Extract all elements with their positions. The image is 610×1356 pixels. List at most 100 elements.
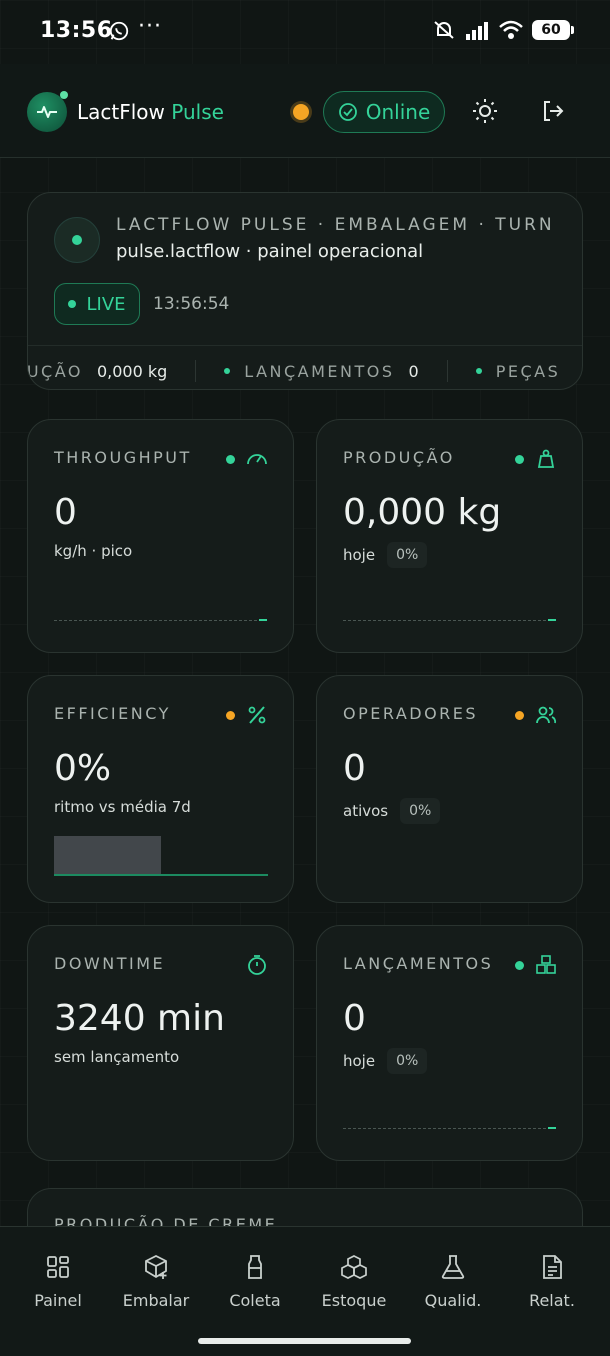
ticker-value: 0,000 kg <box>96 361 168 381</box>
card-status-dot <box>515 961 524 970</box>
logo-status-dot <box>60 91 68 99</box>
logout-button[interactable] <box>538 96 568 126</box>
card-subtitle: ativos 0% <box>343 798 441 824</box>
timer-icon <box>248 955 266 975</box>
card-subtitle: hoje 0% <box>343 542 428 568</box>
nav-relatorios[interactable]: Relat. <box>502 1253 602 1310</box>
card-sub-text: hoje <box>343 1052 376 1070</box>
card-sub-text: kg/h · pico <box>54 542 133 560</box>
home-indicator[interactable] <box>198 1338 411 1344</box>
card-value: 0,000 kg <box>343 492 502 533</box>
users-icon <box>536 706 557 724</box>
brand-title: LactFlow Pulse <box>77 100 224 124</box>
sparkline <box>54 619 267 622</box>
grid-icon <box>47 1256 69 1278</box>
nav-label: Estoque <box>321 1291 387 1310</box>
throughput-card[interactable]: THROUGHPUT 0 kg/h · pico <box>27 419 294 653</box>
nav-label: Coleta <box>229 1291 281 1310</box>
boxes-icon <box>341 1255 367 1279</box>
bottom-navigation: Painel Embalar Coleta Estoque Qualid. Re… <box>0 1226 610 1356</box>
producao-card[interactable]: PRODUÇÃO 0,000 kg hoje 0% <box>316 419 583 653</box>
signal-icon <box>466 22 488 40</box>
efficiency-baseline <box>54 874 268 876</box>
package-plus-icon <box>145 1254 167 1279</box>
efficiency-bar <box>54 836 268 876</box>
check-circle-icon <box>338 103 357 121</box>
logout-icon <box>544 101 564 121</box>
ticker-label: PEÇAS <box>495 361 561 381</box>
nav-painel[interactable]: Painel <box>8 1253 108 1310</box>
report-icon <box>543 1255 562 1279</box>
nav-label: Embalar <box>122 1291 190 1310</box>
hero-subtitle: pulse.lactflow · painel operacional <box>116 241 424 262</box>
percent-icon <box>248 706 266 724</box>
nav-label: Painel <box>34 1291 82 1310</box>
connection-warning-dot <box>293 104 309 120</box>
milk-bottle-icon <box>248 1255 262 1279</box>
card-sub-text: sem lançamento <box>54 1048 180 1066</box>
hero-card: LACTFLOW PULSE · EMBALAGEM · TURN... pul… <box>27 192 583 390</box>
card-value: 0 <box>54 492 77 533</box>
card-label: DOWNTIME <box>54 954 166 973</box>
flask-icon <box>441 1255 465 1279</box>
weight-icon <box>537 449 555 468</box>
live-label: LIVE <box>86 293 126 315</box>
card-sub-text: hoje <box>343 546 376 564</box>
card-label: THROUGHPUT <box>54 448 192 467</box>
brand-main: LactFlow <box>77 100 165 124</box>
card-sub-text: ativos <box>343 802 389 820</box>
card-sub-text: ritmo vs média 7d <box>54 798 191 816</box>
hero-status-icon <box>54 217 100 263</box>
nav-coleta[interactable]: Coleta <box>205 1253 305 1310</box>
card-label: PRODUÇÃO <box>343 448 455 467</box>
live-dot <box>68 300 77 308</box>
status-time: 13:56 <box>40 18 113 43</box>
metrics-ticker: DUÇÃO 0,000 kg LANÇAMENTOS 0 PEÇAS <box>28 345 582 389</box>
mute-icon <box>434 21 454 39</box>
ticker-label: DUÇÃO <box>28 361 83 381</box>
card-value: 0% <box>54 748 112 789</box>
nav-qualidade[interactable]: Qualid. <box>403 1253 503 1310</box>
gauge-icon <box>247 454 267 465</box>
card-subtitle: hoje 0% <box>343 1048 428 1074</box>
nav-label: Qualid. <box>424 1291 482 1310</box>
app-header: LactFlow Pulse Online <box>0 64 610 158</box>
sparkline <box>343 619 556 622</box>
hero-clock: 13:56:54 <box>153 294 230 314</box>
status-more-dots: ··· <box>138 14 162 39</box>
operadores-card[interactable]: OPERADORES 0 ativos 0% <box>316 675 583 903</box>
card-subtitle: sem lançamento <box>54 1048 179 1066</box>
card-label: LANÇAMENTOS <box>343 954 494 973</box>
status-bar: 13:56 ··· 60 <box>0 0 610 64</box>
card-subtitle: kg/h · pico <box>54 542 132 560</box>
delta-chip: 0% <box>400 798 441 824</box>
card-value: 0 <box>343 998 366 1039</box>
delta-chip: 0% <box>387 1048 428 1074</box>
efficiency-card[interactable]: EFFICIENCY 0% ritmo vs média 7d <box>27 675 294 903</box>
nav-estoque[interactable]: Estoque <box>304 1253 404 1310</box>
online-status-button[interactable]: Online <box>323 91 445 133</box>
card-subtitle: ritmo vs média 7d <box>54 798 191 816</box>
lancamentos-card[interactable]: LANÇAMENTOS 0 hoje 0% <box>316 925 583 1161</box>
sparkline <box>343 1127 556 1130</box>
ticker-value: 0 <box>408 361 419 381</box>
card-status-dot <box>515 455 524 464</box>
card-value: 0 <box>343 748 366 789</box>
card-status-dot <box>226 711 235 720</box>
hero-kicker: LACTFLOW PULSE · EMBALAGEM · TURN... <box>116 215 556 235</box>
theme-toggle-button[interactable] <box>470 96 500 126</box>
nav-label: Relat. <box>529 1291 575 1310</box>
ticker-label: LANÇAMENTOS <box>244 361 395 381</box>
battery-icon: 60 <box>532 20 574 40</box>
live-badge: LIVE <box>54 283 140 325</box>
boxes-icon <box>536 955 556 974</box>
card-status-dot <box>515 711 524 720</box>
efficiency-bar-fill <box>54 836 161 876</box>
brand-accent: Pulse <box>171 100 224 124</box>
downtime-card[interactable]: DOWNTIME 3240 min sem lançamento <box>27 925 294 1161</box>
sun-icon <box>473 99 497 123</box>
card-value: 3240 min <box>54 998 225 1039</box>
online-label: Online <box>365 100 431 124</box>
wifi-icon <box>499 20 523 39</box>
nav-embalar[interactable]: Embalar <box>106 1253 206 1310</box>
